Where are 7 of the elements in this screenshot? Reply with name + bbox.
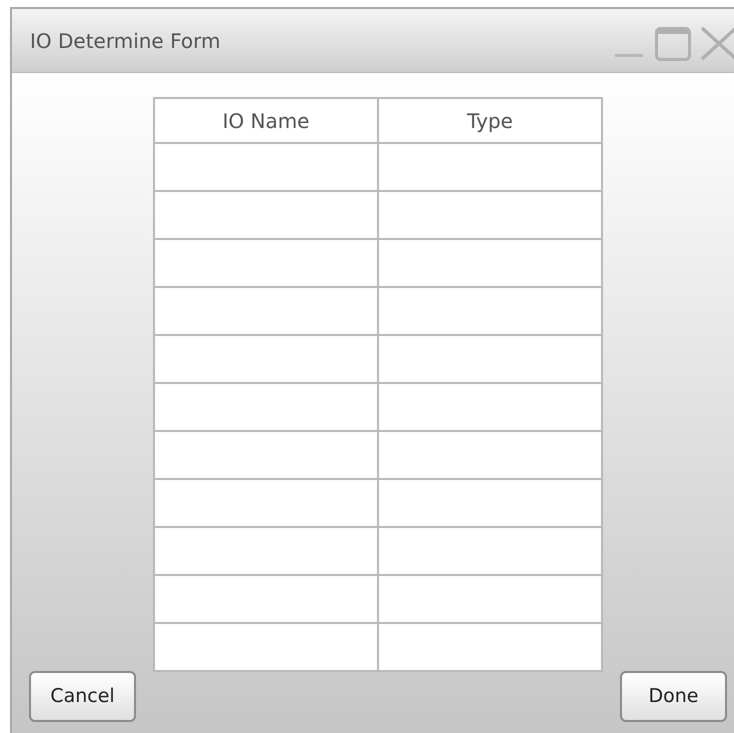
- dialog-button[interactable]: Cancel: [29, 671, 136, 722]
- window-title: IO Determine Form: [30, 28, 220, 54]
- close-icon[interactable]: [700, 26, 734, 61]
- column-header: Type: [378, 98, 602, 143]
- dialog-button[interactable]: Done: [620, 671, 727, 722]
- maximize-icon[interactable]: [655, 27, 691, 61]
- column-header: IO Name: [154, 98, 378, 143]
